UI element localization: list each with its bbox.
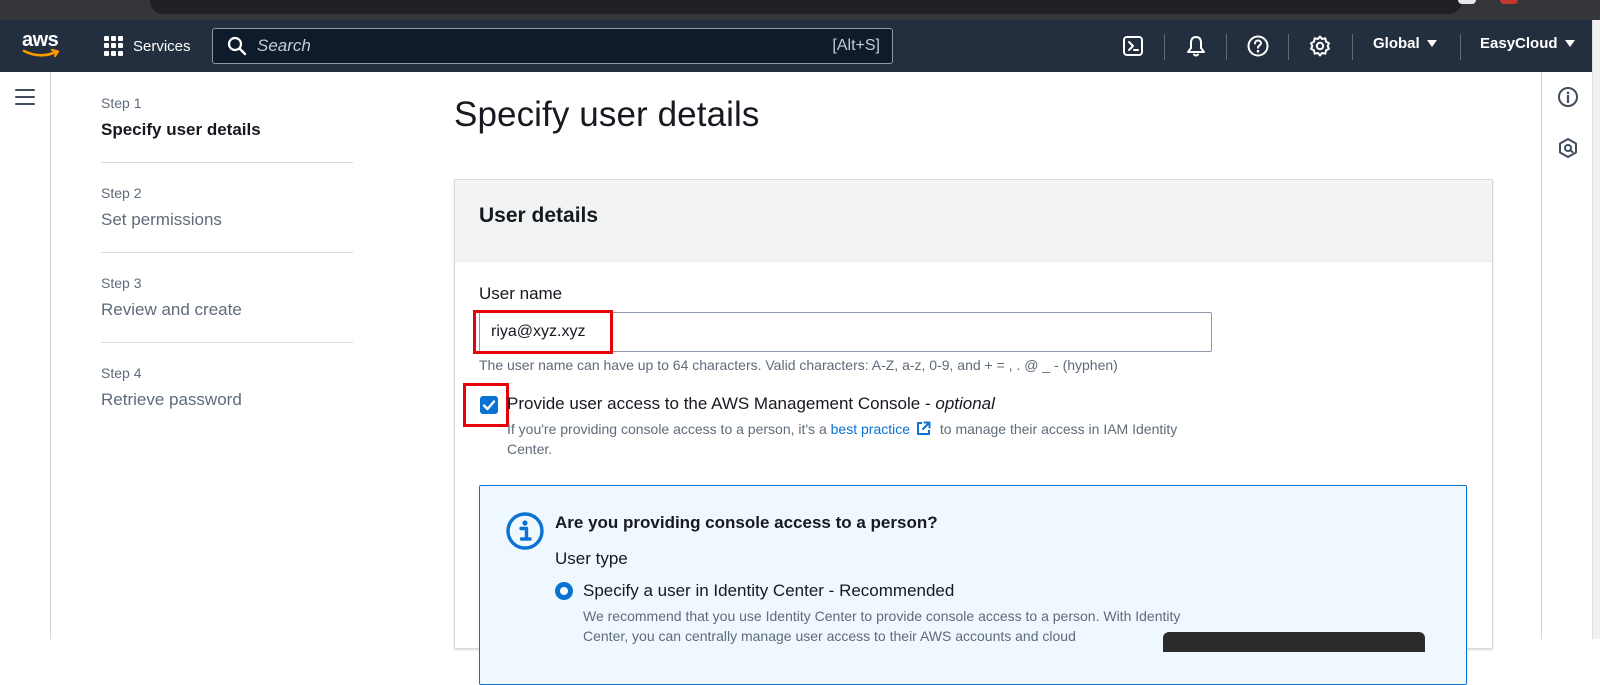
nav-separator bbox=[1352, 34, 1353, 60]
region-selector[interactable]: Global bbox=[1373, 35, 1437, 52]
floating-overlay-panel bbox=[1163, 632, 1425, 652]
step-name: Set permissions bbox=[101, 210, 222, 229]
page-title: Specify user details bbox=[454, 95, 760, 134]
settings-icon[interactable] bbox=[1308, 34, 1332, 58]
aws-top-navigation: aws Services [Alt+S] bbox=[0, 20, 1592, 72]
browser-profile-icon[interactable] bbox=[1500, 0, 1518, 4]
info-box-title: Are you providing console access to a pe… bbox=[555, 513, 938, 532]
console-access-info-box: Are you providing console access to a pe… bbox=[479, 485, 1467, 685]
optional-tag: optional bbox=[935, 394, 995, 413]
step-name: Retrieve password bbox=[101, 390, 242, 409]
nav-separator bbox=[1164, 34, 1165, 60]
caret-down-icon bbox=[1426, 40, 1437, 47]
browser-extension-icon[interactable] bbox=[1458, 0, 1476, 4]
info-panel-icon[interactable] bbox=[1557, 86, 1579, 108]
bell-icon[interactable] bbox=[1184, 34, 1208, 58]
aws-logo-text: aws bbox=[22, 29, 59, 51]
window-scrollbar[interactable] bbox=[1592, 20, 1600, 639]
left-navigation-rail bbox=[0, 72, 51, 639]
step-number: Step 2 bbox=[101, 185, 142, 201]
step-name: Review and create bbox=[101, 300, 242, 319]
hamburger-menu-icon[interactable] bbox=[15, 89, 35, 105]
wizard-steps: Step 1 Specify user details Step 2 Set p… bbox=[101, 94, 353, 453]
account-menu[interactable]: EasyCloud bbox=[1480, 35, 1575, 52]
panel-heading: User details bbox=[479, 204, 599, 227]
wizard-step-4[interactable]: Step 4 Retrieve password bbox=[101, 364, 353, 432]
feedback-hexagon-icon[interactable] bbox=[1557, 137, 1579, 159]
nav-separator bbox=[1288, 34, 1289, 60]
step-number: Step 3 bbox=[101, 275, 142, 291]
search-input[interactable] bbox=[257, 36, 833, 56]
nav-separator bbox=[1460, 34, 1461, 60]
external-link-icon[interactable] bbox=[915, 420, 932, 437]
step-name: Specify user details bbox=[101, 120, 261, 139]
username-hint: The user name can have up to 64 characte… bbox=[479, 357, 1118, 373]
step-number: Step 4 bbox=[101, 365, 142, 381]
wizard-step-1[interactable]: Step 1 Specify user details bbox=[101, 94, 353, 163]
info-circle-icon bbox=[506, 512, 544, 550]
account-label: EasyCloud bbox=[1480, 35, 1558, 52]
right-tools-rail bbox=[1541, 72, 1592, 639]
region-label: Global bbox=[1373, 35, 1420, 52]
identity-center-option-label[interactable]: Specify a user in Identity Center - Reco… bbox=[583, 581, 954, 601]
user-type-label: User type bbox=[555, 549, 628, 568]
cloudshell-icon[interactable] bbox=[1121, 34, 1145, 58]
console-access-description: If you're providing console access to a … bbox=[507, 419, 1207, 459]
identity-center-radio[interactable] bbox=[555, 582, 573, 600]
best-practice-link[interactable]: best practice bbox=[831, 421, 910, 437]
global-search-box[interactable]: [Alt+S] bbox=[212, 28, 893, 64]
annotation-highlight-checkbox bbox=[463, 383, 509, 427]
aws-logo[interactable]: aws bbox=[22, 30, 64, 62]
annotation-highlight-username bbox=[473, 310, 613, 354]
wizard-step-3[interactable]: Step 3 Review and create bbox=[101, 274, 353, 343]
console-access-label[interactable]: Provide user access to the AWS Managemen… bbox=[507, 394, 995, 414]
caret-down-icon bbox=[1564, 40, 1575, 47]
wizard-step-2[interactable]: Step 2 Set permissions bbox=[101, 184, 353, 253]
panel-header: User details bbox=[455, 180, 1492, 262]
help-icon[interactable] bbox=[1246, 34, 1270, 58]
identity-center-option-description: We recommend that you use Identity Cente… bbox=[583, 608, 1181, 644]
nav-separator bbox=[1226, 34, 1227, 60]
username-label: User name bbox=[479, 284, 563, 303]
services-grid-icon bbox=[104, 36, 124, 56]
search-shortcut-hint: [Alt+S] bbox=[832, 37, 880, 54]
services-label: Services bbox=[133, 37, 191, 55]
user-details-panel: User details User name The user name can… bbox=[454, 179, 1493, 685]
aws-smile-icon bbox=[22, 49, 60, 58]
services-menu-button[interactable]: Services bbox=[104, 34, 191, 58]
step-number: Step 1 bbox=[101, 95, 142, 111]
desc-text-before: If you're providing console access to a … bbox=[507, 421, 831, 437]
browser-chrome bbox=[0, 0, 1600, 20]
console-access-text: Provide user access to the AWS Managemen… bbox=[507, 394, 936, 413]
search-icon bbox=[227, 36, 247, 56]
browser-address-bar[interactable] bbox=[150, 0, 1462, 14]
